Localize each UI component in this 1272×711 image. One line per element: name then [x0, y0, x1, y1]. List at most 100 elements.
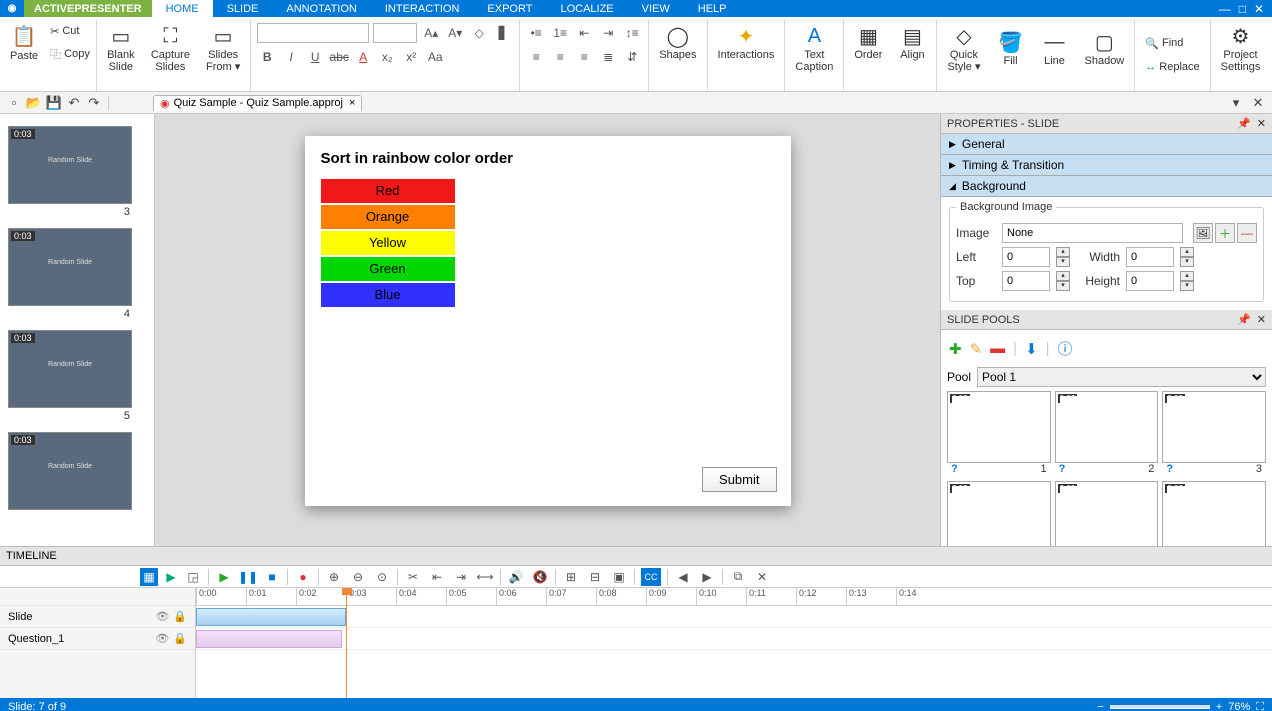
case-icon[interactable]: Aa: [425, 47, 445, 67]
close-tab-icon[interactable]: ×: [349, 97, 355, 109]
tl-split-icon[interactable]: ✂: [404, 568, 422, 586]
close-properties-icon[interactable]: ✕: [1257, 117, 1266, 130]
pool-delete-icon[interactable]: ▬: [990, 340, 1005, 357]
tl-close-icon[interactable]: ✕: [753, 568, 771, 586]
collapse-ribbon-icon[interactable]: ▾: [1226, 94, 1246, 112]
clip-slide[interactable]: [196, 608, 346, 626]
close-pools-icon[interactable]: ✕: [1257, 313, 1266, 326]
superscript-icon[interactable]: x²: [401, 47, 421, 67]
tl-next-icon[interactable]: ▶: [698, 568, 716, 586]
lock-icon[interactable]: 🔒: [173, 632, 187, 645]
justify-icon[interactable]: ≣: [598, 47, 618, 67]
pool-slide-thumbnail[interactable]: 0:03: [947, 391, 1051, 463]
submit-button[interactable]: Submit: [702, 467, 776, 492]
shrink-font-icon[interactable]: A▾: [445, 23, 465, 43]
pool-slide-thumbnail[interactable]: 0:03: [1055, 391, 1159, 463]
open-icon[interactable]: 📂: [24, 94, 44, 112]
tl-delete-icon[interactable]: ⊟: [586, 568, 604, 586]
blank-slide-button[interactable]: ▭Blank Slide: [101, 21, 141, 75]
close-icon[interactable]: ✕: [1254, 2, 1264, 16]
tl-mute-icon[interactable]: 🔇: [531, 568, 549, 586]
section-general[interactable]: ▶General: [941, 134, 1272, 155]
bg-height-input[interactable]: [1126, 271, 1174, 291]
font-color-icon[interactable]: A: [353, 47, 373, 67]
bg-top-input[interactable]: [1002, 271, 1050, 291]
undo-icon[interactable]: ↶: [64, 94, 84, 112]
indent-inc-icon[interactable]: ⇥: [598, 23, 618, 43]
canvas-area[interactable]: Sort in rainbow color order RedOrangeYel…: [155, 114, 940, 546]
line-spacing-icon[interactable]: ↕≡: [622, 23, 642, 43]
line-button[interactable]: —Line: [1035, 27, 1075, 69]
clear-format-icon[interactable]: ◇: [469, 23, 489, 43]
cut-button[interactable]: ✂Cut: [48, 21, 81, 41]
find-button[interactable]: 🔍Find: [1143, 33, 1185, 53]
sortable-item[interactable]: Blue: [321, 283, 455, 307]
tl-vol-icon[interactable]: 🔊: [507, 568, 525, 586]
bg-remove-icon[interactable]: —: [1237, 223, 1257, 243]
sortable-item[interactable]: Red: [321, 179, 455, 203]
menu-view[interactable]: VIEW: [628, 0, 684, 17]
tl-fit-icon[interactable]: ⊙: [373, 568, 391, 586]
replace-button[interactable]: ↔Replace: [1143, 57, 1201, 77]
project-settings-button[interactable]: ⚙Project Settings: [1215, 21, 1267, 75]
numbering-icon[interactable]: 1≡: [550, 23, 570, 43]
interactions-button[interactable]: ✦Interactions: [712, 21, 781, 63]
bullets-icon[interactable]: •≡: [526, 23, 546, 43]
valign-icon[interactable]: ⇵: [622, 47, 642, 67]
minimize-icon[interactable]: —: [1219, 2, 1231, 16]
track-label-slide[interactable]: Slide 👁🔒: [0, 606, 195, 628]
menu-localize[interactable]: LOCALIZE: [546, 0, 627, 17]
clip-question[interactable]: [196, 630, 342, 648]
bg-left-input[interactable]: [1002, 247, 1050, 267]
track-label-question[interactable]: Question_1 👁🔒: [0, 628, 195, 650]
bg-width-input[interactable]: [1126, 247, 1174, 267]
zoom-in-icon[interactable]: +: [1216, 701, 1222, 711]
sortable-item[interactable]: Yellow: [321, 231, 455, 255]
pool-add-icon[interactable]: ✚: [949, 340, 962, 358]
timeline-tracks[interactable]: 0:000:010:020:030:040:050:060:070:080:09…: [196, 588, 1272, 698]
tl-trim-end-icon[interactable]: ⇥: [452, 568, 470, 586]
pool-edit-icon[interactable]: ✎: [970, 340, 983, 358]
tl-mode1-icon[interactable]: ▦: [140, 568, 158, 586]
sortable-item[interactable]: Green: [321, 257, 455, 281]
tl-join-icon[interactable]: ⟷: [476, 568, 494, 586]
shadow-button[interactable]: ▢Shadow: [1079, 27, 1131, 69]
sortable-item[interactable]: Orange: [321, 205, 455, 229]
slide-thumbnail[interactable]: 0:03Random Slide: [8, 228, 132, 306]
eye-icon[interactable]: 👁: [155, 610, 169, 623]
text-caption-button[interactable]: AText Caption: [789, 21, 839, 75]
maximize-icon[interactable]: □: [1239, 2, 1246, 16]
section-timing[interactable]: ▶Timing & Transition: [941, 155, 1272, 176]
copy-button[interactable]: ⿻Copy: [48, 44, 92, 64]
shapes-button[interactable]: ◯Shapes: [653, 21, 702, 63]
new-icon[interactable]: ▫: [4, 94, 24, 112]
tl-trim-start-icon[interactable]: ⇤: [428, 568, 446, 586]
zoom-fit-icon[interactable]: ⛶: [1256, 701, 1264, 711]
tl-prev-icon[interactable]: ◀: [674, 568, 692, 586]
font-size-input[interactable]: [373, 23, 417, 43]
fill-button[interactable]: 🪣Fill: [991, 27, 1031, 69]
tl-zoom-out-icon[interactable]: ⊖: [349, 568, 367, 586]
section-background[interactable]: ◢Background: [941, 176, 1272, 197]
pool-slide-thumbnail[interactable]: 0:03: [1055, 481, 1159, 546]
tl-snap-icon[interactable]: ⧉: [729, 568, 747, 586]
eye-icon[interactable]: 👁: [155, 632, 169, 645]
underline-icon[interactable]: U: [305, 47, 325, 67]
lock-icon[interactable]: 🔒: [173, 610, 187, 623]
indent-dec-icon[interactable]: ⇤: [574, 23, 594, 43]
tl-insert-icon[interactable]: ⊞: [562, 568, 580, 586]
grow-font-icon[interactable]: A▴: [421, 23, 441, 43]
menu-export[interactable]: EXPORT: [473, 0, 546, 17]
align-button[interactable]: ▤Align: [892, 21, 932, 63]
menu-interaction[interactable]: INTERACTION: [371, 0, 474, 17]
bold-icon[interactable]: B: [257, 47, 277, 67]
bg-add-icon[interactable]: ＋: [1215, 223, 1235, 243]
bg-browse-icon[interactable]: 🖼: [1193, 223, 1213, 243]
pin-icon[interactable]: 📌: [1237, 117, 1251, 130]
slides-from-button[interactable]: ▭Slides From ▾: [200, 21, 246, 75]
pool-select[interactable]: Pool 1: [977, 367, 1266, 387]
pool-slide-thumbnail[interactable]: 0:03: [1162, 391, 1266, 463]
strike-icon[interactable]: abc: [329, 47, 349, 67]
redo-icon[interactable]: ↷: [84, 94, 104, 112]
pool-import-icon[interactable]: ⬇: [1025, 340, 1038, 358]
